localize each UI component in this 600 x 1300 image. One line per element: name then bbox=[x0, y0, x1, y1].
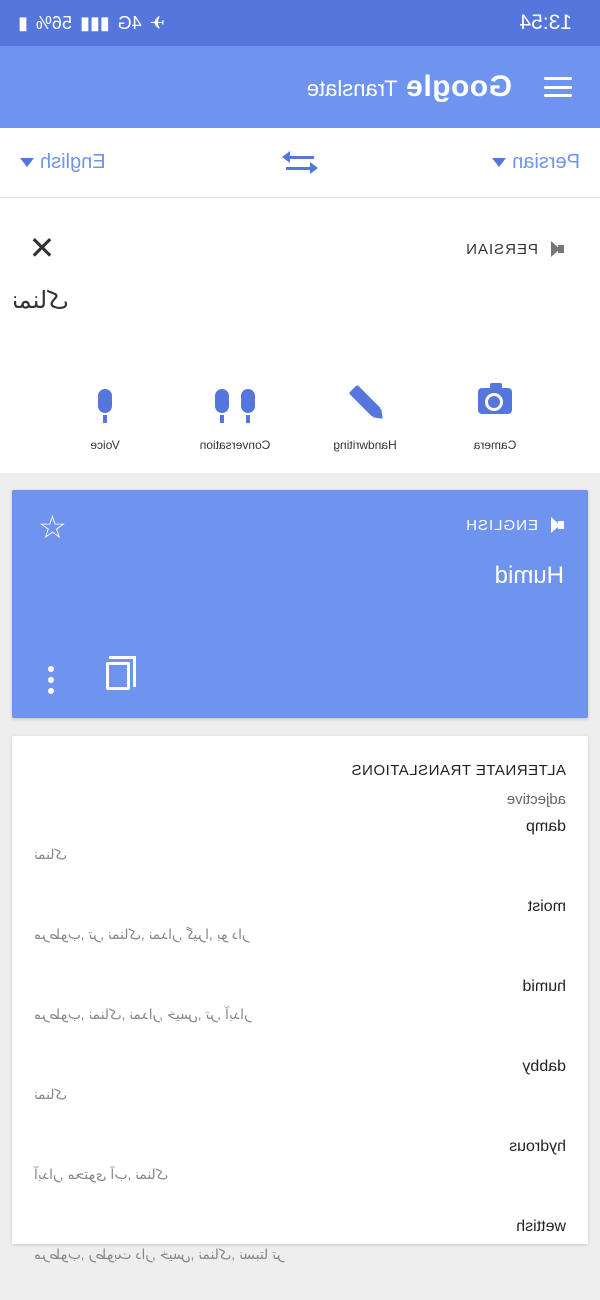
pen-icon bbox=[348, 384, 382, 418]
camera-icon bbox=[478, 388, 512, 414]
chevron-down-icon bbox=[492, 158, 507, 167]
input-tools: Camera Handwriting Conversation Voice bbox=[0, 378, 600, 452]
target-language-label: English bbox=[40, 151, 106, 173]
chevron-down-icon bbox=[20, 158, 34, 167]
source-language-selector[interactable]: Persian bbox=[440, 151, 580, 174]
copy-icon[interactable] bbox=[106, 662, 130, 690]
mic-icon bbox=[215, 389, 229, 413]
language-bar: Persian English bbox=[0, 128, 600, 198]
alternate-translations-card: ALTERNATE TRANSLATIONS adjective damp نم… bbox=[12, 736, 588, 1262]
translation-text: Humid bbox=[494, 562, 564, 589]
list-item[interactable]: humid مرطوب, نمناک, نمدار, خیس, تر, آبدا… bbox=[34, 978, 566, 1048]
source-text-input[interactable]: نمناک bbox=[12, 286, 72, 315]
menu-icon[interactable] bbox=[544, 77, 572, 97]
wifi-icon: ✈ bbox=[149, 12, 165, 33]
battery-level: 56% bbox=[35, 12, 72, 33]
status-time: 13:54 bbox=[519, 11, 572, 34]
network-type: 4G bbox=[117, 12, 142, 33]
target-language-selector[interactable]: English bbox=[20, 151, 160, 174]
handwriting-button[interactable]: Handwriting bbox=[310, 378, 420, 452]
input-card: PERSIAN ✕ نمناک Camera Handwriting Conve… bbox=[0, 198, 600, 473]
mic-icon bbox=[241, 389, 255, 413]
status-icons: ✈ 4G ▮▮▮ 56% ▮ bbox=[18, 13, 165, 34]
alternates-title: ALTERNATE TRANSLATIONS bbox=[351, 762, 566, 779]
swap-languages-icon[interactable] bbox=[283, 148, 317, 178]
source-language-heading: PERSIAN bbox=[465, 240, 564, 258]
camera-button[interactable]: Camera bbox=[440, 378, 550, 452]
more-vert-icon[interactable] bbox=[48, 666, 54, 694]
close-icon[interactable]: ✕ bbox=[28, 230, 56, 266]
app-bar: Google Translate bbox=[0, 46, 600, 128]
battery-icon: ▮ bbox=[18, 12, 28, 33]
app-title: Google Translate bbox=[307, 70, 512, 104]
speaker-icon[interactable] bbox=[546, 516, 564, 534]
result-card[interactable]: ENGLISH ☆ Humid bbox=[12, 490, 588, 718]
mic-icon bbox=[98, 389, 112, 413]
star-icon[interactable]: ☆ bbox=[38, 508, 67, 546]
list-item[interactable]: dabby نمناک bbox=[34, 1058, 566, 1128]
source-language-label: Persian bbox=[512, 151, 580, 173]
speaker-icon[interactable] bbox=[546, 240, 564, 258]
list-item[interactable]: wettish مرطوب, رطوبت دار, خیس, نمناک, نس… bbox=[34, 1218, 566, 1288]
app-name: Translate bbox=[306, 76, 398, 101]
list-item[interactable]: hydrous آبدار, محتوی آب, نمناک bbox=[34, 1138, 566, 1208]
brand-name: Google bbox=[405, 70, 512, 103]
conversation-button[interactable]: Conversation bbox=[180, 378, 290, 452]
part-of-speech: adjective bbox=[506, 791, 566, 808]
signal-icon: ▮▮▮ bbox=[79, 12, 110, 33]
list-item[interactable]: damp نمناک bbox=[34, 818, 566, 888]
screen: 13:54 ✈ 4G ▮▮▮ 56% ▮ Google Translate Pe… bbox=[0, 0, 600, 1300]
voice-button[interactable]: Voice bbox=[50, 378, 160, 452]
list-item[interactable]: moist مرطوب, تر, نمناک, نمدار, گیرا, بو … bbox=[34, 898, 566, 968]
status-bar: 13:54 ✈ 4G ▮▮▮ 56% ▮ bbox=[0, 0, 600, 46]
target-language-heading: ENGLISH bbox=[465, 516, 564, 534]
